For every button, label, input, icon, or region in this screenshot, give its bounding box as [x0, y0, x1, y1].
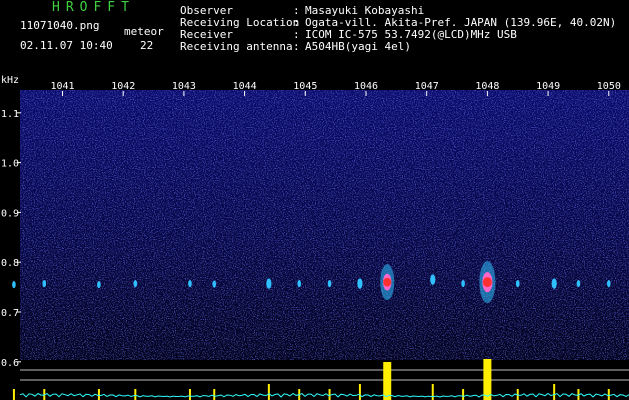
echo-body — [266, 278, 272, 289]
meteor-echo — [266, 278, 272, 289]
level-bar — [431, 384, 434, 400]
freq-tick-label: 1.0 — [1, 159, 19, 170]
meteor-echo — [12, 281, 16, 289]
time-tick-label: 1048 — [475, 81, 499, 92]
meteor-echo — [188, 280, 192, 288]
echo-body — [430, 274, 436, 285]
meteor-echo — [576, 280, 581, 288]
time-tick-label: 1049 — [536, 81, 560, 92]
antenna-value: A504HB(yagi 4el) — [305, 40, 411, 53]
level-bar — [97, 389, 100, 400]
meteor-echo — [461, 280, 465, 288]
antenna-label: Receiving antenna — [180, 40, 293, 53]
level-bar — [607, 389, 610, 400]
antenna-separator: : — [293, 40, 300, 53]
meteor-echo — [133, 280, 138, 288]
freq-tick-label: 0.8 — [1, 258, 19, 269]
freq-tick-label: 1.1 — [1, 109, 19, 120]
meteor-echo — [42, 280, 47, 288]
level-bar — [213, 389, 216, 400]
level-bar — [188, 389, 191, 400]
time-tick-label: 1046 — [354, 81, 378, 92]
echo-body — [515, 280, 520, 288]
echo-body — [357, 278, 363, 289]
echo-body — [188, 280, 192, 288]
echo-core — [482, 277, 492, 288]
header-panel: HROFFT 11071040.png meteor 02.11.07 10:4… — [0, 0, 629, 74]
level-bar — [483, 359, 492, 400]
echo-body — [212, 280, 217, 288]
level-bar — [553, 384, 556, 400]
meteor-echo — [606, 280, 611, 288]
echo-body — [327, 280, 332, 288]
time-tick-label: 1041 — [50, 81, 74, 92]
echo-body — [97, 281, 101, 289]
meteor-echo — [479, 261, 496, 304]
level-bar — [358, 384, 361, 400]
time-tick-label: 1044 — [233, 81, 257, 92]
meteor-count: 22 — [140, 39, 154, 52]
unit-label: kHz — [1, 75, 19, 86]
meteor-echo — [297, 280, 302, 288]
spectrogram: kHz 1041 1042 1043 1044 1045 1046 1047 1048 1049… — [0, 74, 629, 400]
echo-body — [606, 280, 611, 288]
echo-body — [297, 280, 302, 288]
meteor-label: meteor — [124, 25, 164, 38]
echo-body — [12, 281, 16, 289]
level-bar — [328, 389, 331, 400]
time-tick-label: 1047 — [415, 81, 439, 92]
time-tick-label: 1045 — [293, 81, 317, 92]
level-bar — [134, 389, 137, 400]
app-title: HROFFT — [52, 0, 135, 15]
observation-datetime: 02.11.07 10:40 — [20, 39, 113, 52]
meteor-echo — [97, 281, 101, 289]
freq-tick-label: 0.9 — [1, 208, 19, 219]
meteor-echo — [327, 280, 332, 288]
time-tick-label: 1050 — [597, 81, 621, 92]
echo-body — [133, 280, 138, 288]
meteor-echo — [212, 280, 217, 288]
spectrogram-noise — [20, 90, 629, 360]
level-bar — [12, 389, 15, 400]
echo-body — [576, 280, 581, 288]
echo-body — [42, 280, 47, 288]
echo-body — [551, 278, 557, 289]
freq-tick-label: 0.6 — [1, 358, 19, 369]
meteor-echo — [515, 280, 520, 288]
echo-body — [461, 280, 465, 288]
meteor-echo — [430, 274, 436, 285]
freq-tick-label: 0.7 — [1, 308, 19, 319]
meteor-echo — [357, 278, 363, 289]
time-tick-label: 1043 — [172, 81, 196, 92]
level-bar — [462, 389, 465, 400]
level-bar — [267, 384, 270, 400]
meteor-echo — [551, 278, 557, 289]
echo-core — [383, 277, 392, 287]
level-bar — [383, 362, 392, 400]
file-name: 11071040.png — [20, 19, 100, 32]
meteor-echo — [380, 264, 395, 301]
time-tick-label: 1042 — [111, 81, 135, 92]
